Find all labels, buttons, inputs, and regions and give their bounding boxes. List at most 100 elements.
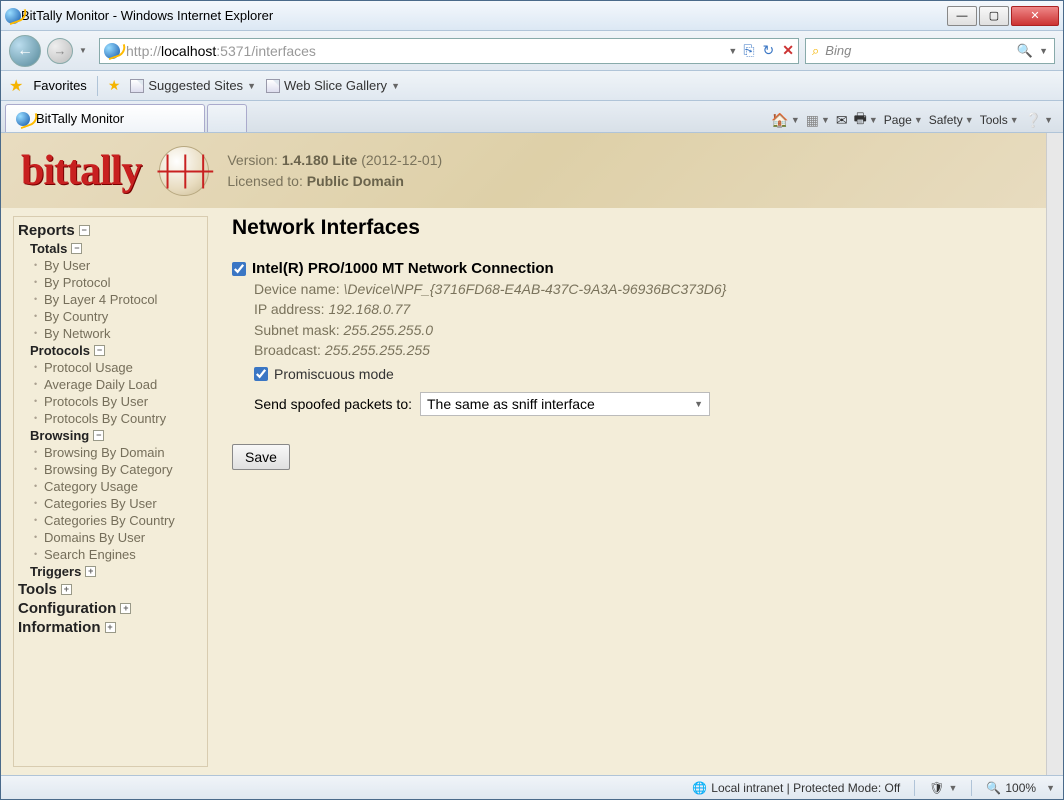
save-button[interactable]: Save (232, 444, 290, 470)
browser-window: BitTally Monitor - Windows Internet Expl… (0, 0, 1064, 800)
globe-icon: 🌐 (692, 781, 707, 795)
search-box[interactable]: ⌕ Bing 🔍 ▼ (805, 38, 1055, 64)
expand-icon: + (61, 584, 72, 595)
tab-favicon (16, 112, 30, 126)
read-mail-button[interactable]: ✉ (836, 112, 848, 129)
nav-item[interactable]: Average Daily Load (16, 376, 205, 393)
suggested-sites-link[interactable]: Suggested Sites ▼ (130, 78, 256, 93)
interface-enable-checkbox[interactable] (232, 262, 246, 276)
nav-item[interactable]: By Network (16, 325, 205, 342)
nav-history-dropdown[interactable]: ▼ (79, 46, 93, 55)
nav-protocols[interactable]: Protocols − (16, 342, 205, 359)
new-tab-button[interactable] (207, 104, 247, 132)
address-bar[interactable]: http://localhost:5371/interfaces ▼ ⎘ ↻ ✕ (99, 38, 799, 64)
scrollbar[interactable] (1046, 133, 1063, 775)
feeds-button[interactable]: ▦▼ (806, 112, 830, 129)
nav-configuration[interactable]: Configuration + (16, 599, 205, 618)
page-icon (130, 79, 144, 93)
page-menu[interactable]: Page ▼ (884, 113, 923, 127)
minimize-button[interactable]: — (947, 6, 977, 26)
page-title: Network Interfaces (232, 216, 1033, 240)
nav-item[interactable]: Browsing By Domain (16, 444, 205, 461)
url-text[interactable]: http://localhost:5371/interfaces (126, 43, 722, 59)
interface-details: Device name: \Device\NPF_{3716FD68-E4AB-… (254, 279, 1033, 360)
promiscuous-label: Promiscuous mode (274, 366, 394, 382)
nav-tools[interactable]: Tools + (16, 580, 205, 599)
chevron-down-icon: ▼ (694, 399, 703, 409)
logo-tally-icon: ┼┼┼ (159, 146, 209, 196)
collapse-icon: − (71, 243, 82, 254)
interface-name: Intel(R) PRO/1000 MT Network Connection (252, 260, 554, 277)
chevron-down-icon: ▼ (1046, 783, 1055, 793)
site-icon (104, 43, 120, 59)
nav-information[interactable]: Information + (16, 618, 205, 637)
tab-bittally[interactable]: BitTally Monitor (5, 104, 205, 132)
print-button[interactable]: 🖶▼ (854, 108, 878, 132)
maximize-button[interactable]: ▢ (979, 6, 1009, 26)
nav-triggers[interactable]: Triggers + (16, 563, 205, 580)
nav-item[interactable]: By Country (16, 308, 205, 325)
nav-item[interactable]: Search Engines (16, 546, 205, 563)
help-icon: ❔ (1025, 112, 1042, 129)
collapse-icon: − (94, 345, 105, 356)
tab-bar: BitTally Monitor 🏠▼ ▦▼ ✉ 🖶▼ Page ▼ Safet… (1, 101, 1063, 133)
protected-mode-icon[interactable]: 🛡▼ (929, 781, 957, 795)
zoom-control[interactable]: 🔍 100% ▼ (986, 781, 1055, 795)
url-dropdown-icon[interactable]: ▼ (728, 46, 737, 56)
window-controls: — ▢ ✕ (947, 6, 1059, 26)
home-button[interactable]: 🏠▼ (771, 112, 799, 129)
collapse-icon: − (93, 430, 104, 441)
search-provider-icon: ⌕ (812, 43, 819, 59)
nav-item[interactable]: Domains By User (16, 529, 205, 546)
promiscuous-row: Promiscuous mode (254, 366, 1033, 382)
nav-item[interactable]: Category Usage (16, 478, 205, 495)
add-favorite-icon[interactable]: ★ (108, 77, 121, 94)
close-button[interactable]: ✕ (1011, 6, 1059, 26)
nav-browsing[interactable]: Browsing − (16, 427, 205, 444)
expand-icon: + (120, 603, 131, 614)
chevron-down-icon: ▼ (391, 81, 400, 91)
title-bar: BitTally Monitor - Windows Internet Expl… (1, 1, 1063, 31)
expand-icon: + (85, 566, 96, 577)
spoof-row: Send spoofed packets to: The same as sni… (254, 392, 1033, 416)
spoof-select[interactable]: The same as sniff interface ▼ (420, 392, 710, 416)
security-zone[interactable]: 🌐 Local intranet | Protected Mode: Off (692, 781, 900, 795)
command-bar: 🏠▼ ▦▼ ✉ 🖶▼ Page ▼ Safety ▼ Tools ▼ ❔▼ (249, 108, 1059, 132)
logo-text: bittally (21, 147, 141, 195)
sidebar: Reports − Totals − By UserBy ProtocolBy … (13, 216, 208, 767)
favorites-star-icon[interactable]: ★ (9, 76, 23, 96)
refresh-icon[interactable]: ↻ (763, 42, 775, 59)
nav-reports[interactable]: Reports − (16, 221, 205, 240)
print-icon: 🖶 (854, 108, 867, 132)
back-button[interactable]: ← (9, 35, 41, 67)
help-button[interactable]: ❔▼ (1025, 112, 1053, 129)
tools-menu[interactable]: Tools ▼ (980, 113, 1019, 127)
nav-item[interactable]: Protocols By Country (16, 410, 205, 427)
expand-icon: + (105, 622, 116, 633)
nav-item[interactable]: By Protocol (16, 274, 205, 291)
nav-item[interactable]: Browsing By Category (16, 461, 205, 478)
spoof-label: Send spoofed packets to: (254, 396, 412, 412)
nav-item[interactable]: Categories By User (16, 495, 205, 512)
interface-title-row: Intel(R) PRO/1000 MT Network Connection (232, 260, 1033, 277)
favorites-label[interactable]: Favorites (33, 78, 86, 93)
compat-view-icon[interactable]: ⎘ (743, 42, 754, 59)
forward-button[interactable]: → (47, 38, 73, 64)
separator (97, 76, 98, 96)
safety-menu[interactable]: Safety ▼ (929, 113, 974, 127)
stop-icon[interactable]: ✕ (782, 42, 794, 59)
search-dropdown-icon[interactable]: ▼ (1039, 46, 1048, 56)
nav-item[interactable]: Protocol Usage (16, 359, 205, 376)
nav-item[interactable]: Protocols By User (16, 393, 205, 410)
home-icon: 🏠 (771, 112, 788, 129)
search-button-icon[interactable]: 🔍 (1017, 43, 1033, 59)
nav-item[interactable]: Categories By Country (16, 512, 205, 529)
web-slice-link[interactable]: Web Slice Gallery ▼ (266, 78, 400, 93)
nav-totals[interactable]: Totals − (16, 240, 205, 257)
nav-item[interactable]: By Layer 4 Protocol (16, 291, 205, 308)
promiscuous-checkbox[interactable] (254, 367, 268, 381)
window-title: BitTally Monitor - Windows Internet Expl… (21, 8, 947, 23)
nav-bar: ← → ▼ http://localhost:5371/interfaces ▼… (1, 31, 1063, 71)
nav-item[interactable]: By User (16, 257, 205, 274)
tab-label: BitTally Monitor (36, 111, 124, 126)
